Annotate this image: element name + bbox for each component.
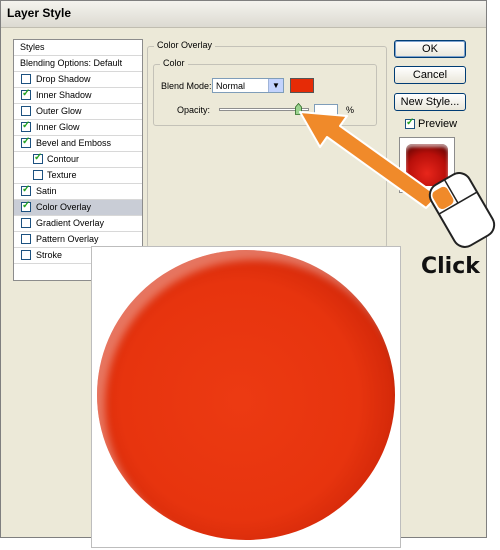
click-caption: Click	[421, 254, 480, 279]
arrow-icon	[299, 111, 439, 209]
mouse-icon	[428, 172, 496, 248]
red-glass-button	[97, 250, 395, 540]
enlarged-button-preview	[91, 246, 401, 548]
